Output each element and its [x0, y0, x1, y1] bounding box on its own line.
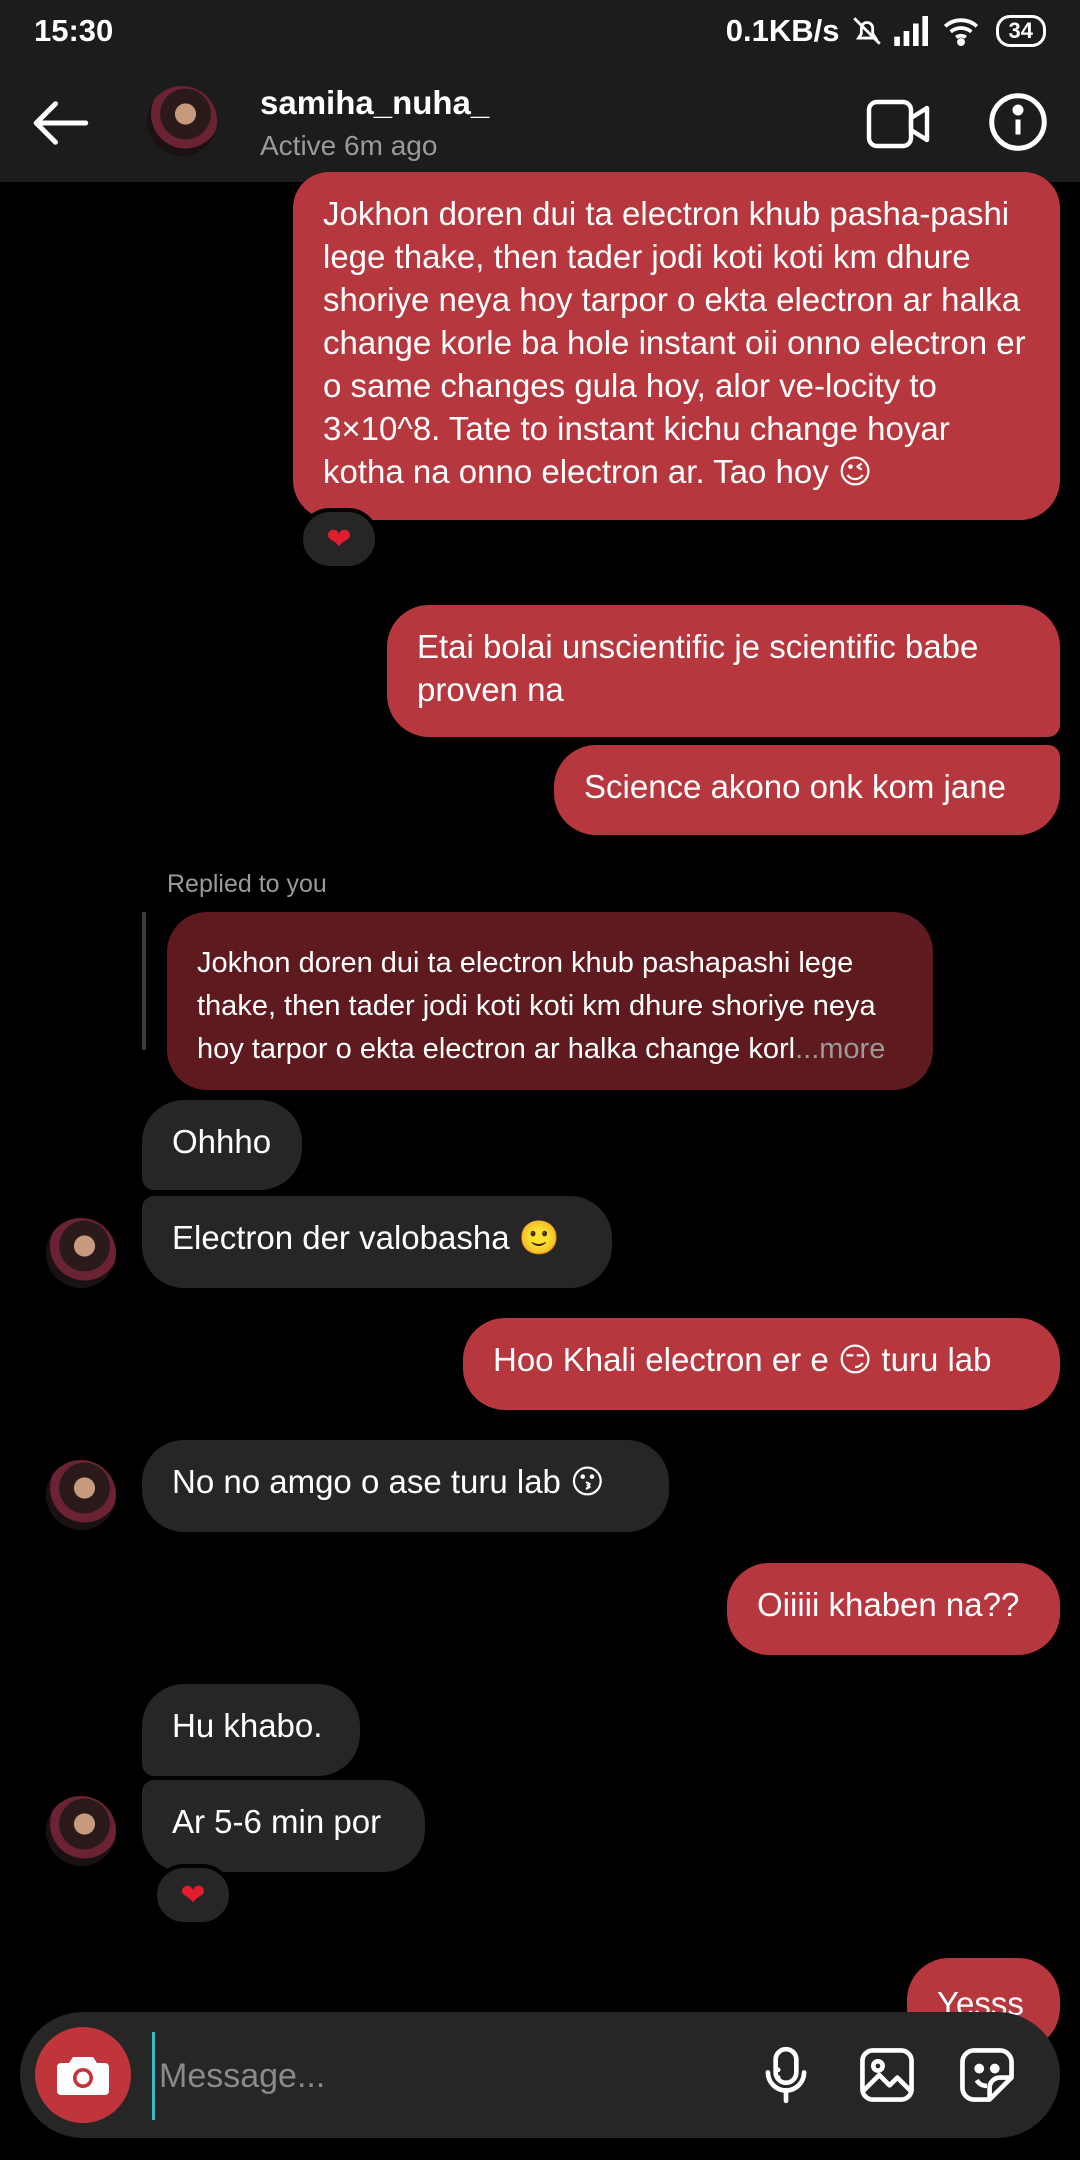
battery-indicator: 34	[995, 15, 1046, 47]
received-message[interactable]: Hu khabo.	[142, 1684, 360, 1776]
status-bar: 15:30 0.1KB/s 34	[0, 0, 1080, 62]
active-status: Active 6m ago	[260, 130, 438, 161]
arrow-left-icon[interactable]	[28, 90, 94, 156]
signal-icon	[893, 16, 928, 46]
avatar[interactable]	[147, 86, 217, 156]
camera-icon	[57, 2057, 109, 2095]
received-message[interactable]: Ar 5-6 min por	[142, 1780, 425, 1872]
more-link[interactable]: ...more	[795, 1033, 885, 1065]
wifi-icon	[943, 18, 978, 46]
reply-label: Replied to you	[167, 870, 327, 898]
sender-avatar[interactable]	[46, 1460, 116, 1530]
status-icons: 0.1KB/s 34	[726, 13, 1046, 49]
quoted-message[interactable]: Jokhon doren dui ta electron khub pashap…	[167, 912, 933, 1090]
message-composer	[20, 2012, 1060, 2138]
message-input[interactable]	[152, 2032, 721, 2120]
sent-message[interactable]: Jokhon doren dui ta electron khub pasha-…	[293, 172, 1060, 520]
video-camera-icon[interactable]	[866, 98, 930, 150]
reply-indicator-line	[142, 912, 146, 1050]
sent-message[interactable]: Science akono onk kom jane	[554, 745, 1060, 835]
received-message[interactable]: Ohhho	[142, 1100, 302, 1190]
microphone-icon[interactable]	[755, 2044, 817, 2106]
mute-icon	[852, 17, 881, 45]
chat-username[interactable]: samiha_nuha_	[260, 84, 489, 122]
image-icon[interactable]	[856, 2044, 918, 2106]
received-message[interactable]: Electron der valobasha 🙂	[142, 1196, 612, 1288]
heart-reaction[interactable]: ❤	[153, 1864, 233, 1926]
sender-avatar[interactable]	[46, 1218, 116, 1288]
sent-message[interactable]: Hoo Khali electron er e 😏 turu lab	[463, 1318, 1060, 1410]
quoted-text: Jokhon doren dui ta electron khub pashap…	[197, 947, 876, 1065]
heart-reaction[interactable]: ❤	[299, 508, 379, 570]
info-icon[interactable]	[988, 92, 1048, 152]
sent-message[interactable]: Etai bolai unscientific je scientific ba…	[387, 605, 1060, 737]
received-message[interactable]: No no amgo o ase turu lab 😗	[142, 1440, 669, 1532]
sender-avatar[interactable]	[46, 1796, 116, 1866]
camera-button[interactable]	[35, 2027, 131, 2123]
network-speed: 0.1KB/s	[725, 13, 840, 48]
chat-header: samiha_nuha_ Active 6m ago	[0, 62, 1080, 182]
sticker-icon[interactable]	[956, 2044, 1018, 2106]
status-time: 15:30	[34, 13, 114, 48]
sent-message[interactable]: Oiiiii khaben na??	[727, 1563, 1060, 1655]
